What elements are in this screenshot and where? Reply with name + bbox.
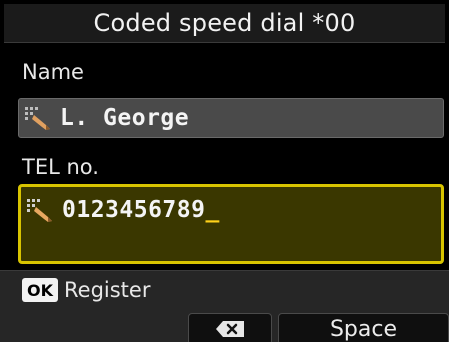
- tel-value: 0123456789: [62, 197, 206, 223]
- space-label: Space: [329, 316, 398, 342]
- pen-edit-icon: [27, 199, 52, 222]
- page-title: Coded speed dial *00: [93, 9, 356, 37]
- register-label: Register: [64, 278, 151, 302]
- pen-edit-icon: [25, 107, 50, 130]
- lcd-screen: Coded speed dial *00 Name L. George TEL …: [0, 0, 449, 342]
- name-value: L. George: [60, 105, 190, 131]
- text-cursor: _: [205, 197, 220, 223]
- title-bar: Coded speed dial *00: [4, 4, 445, 43]
- space-button[interactable]: Space: [278, 313, 449, 342]
- name-label: Name: [22, 60, 84, 84]
- register-hint: OK Register: [22, 278, 150, 302]
- tel-label: TEL no.: [22, 155, 99, 179]
- name-field[interactable]: L. George: [18, 98, 444, 138]
- ok-key-icon: OK: [22, 278, 58, 302]
- backspace-button[interactable]: [188, 313, 272, 342]
- backspace-icon: [216, 321, 244, 337]
- tel-field[interactable]: 0123456789 _: [18, 184, 444, 264]
